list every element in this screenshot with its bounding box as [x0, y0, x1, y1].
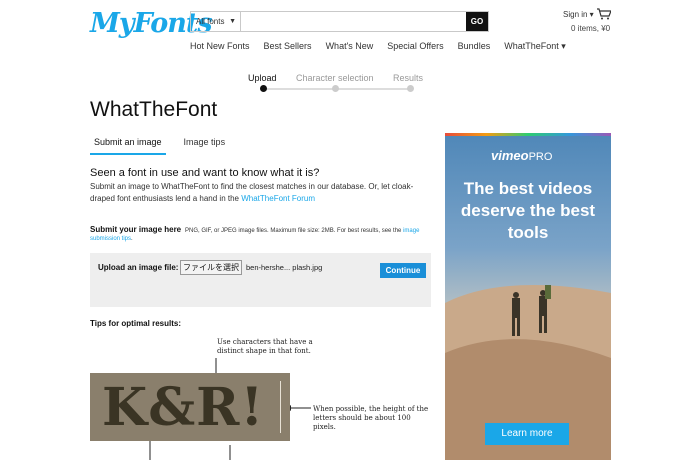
pro-logo-text: PRO [528, 151, 553, 163]
sample-text: K&R! [102, 377, 265, 438]
ad-color-bar [445, 133, 611, 136]
vimeo-pro-logo: vimeoPRO [491, 148, 552, 163]
vimeo-logo-text: vimeo [491, 148, 529, 163]
learn-more-button[interactable]: Learn more [485, 423, 569, 445]
vimeo-pro-ad[interactable]: vimeoPRO The best videos deserve the bes… [445, 133, 611, 460]
ad-headline: The best videos deserve the best tools [460, 179, 596, 243]
height-marker [280, 381, 281, 433]
sample-text-image: K&R! [90, 373, 290, 441]
tip-annotation-height: When possible, the height of the letters… [313, 405, 429, 432]
